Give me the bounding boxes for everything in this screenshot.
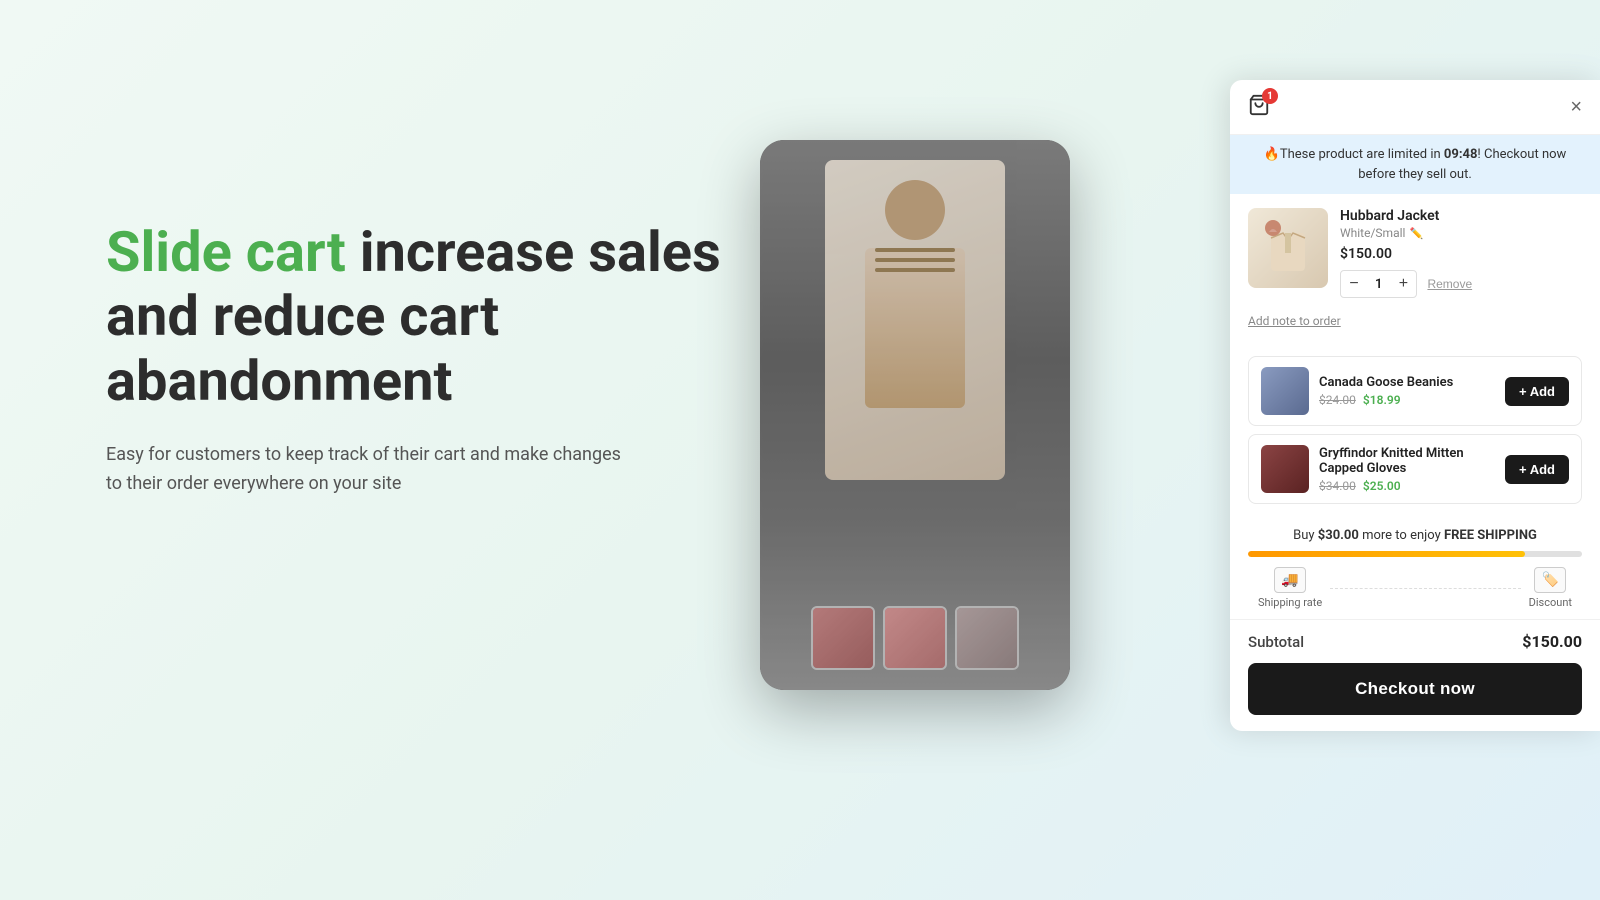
- thumb-inner-1: [813, 608, 873, 668]
- qty-increase-button[interactable]: +: [1390, 271, 1416, 297]
- upsell-new-price-1: $25.00: [1363, 479, 1401, 493]
- close-button[interactable]: ×: [1570, 97, 1582, 117]
- thumbnail-3: [955, 606, 1019, 670]
- shipping-rate-icon: 🚚: [1274, 567, 1306, 593]
- upsell-add-button-0[interactable]: + Add: [1505, 377, 1569, 406]
- item-qty-row-0: − 1 + Remove: [1340, 270, 1582, 298]
- subtotal-label: Subtotal: [1248, 633, 1304, 651]
- thumb-inner-3: [957, 608, 1017, 668]
- item-image-jacket: [1248, 208, 1328, 288]
- upsell-info-1: Gryffindor Knitted Mitten Capped Gloves …: [1319, 446, 1495, 493]
- upsell-info-0: Canada Goose Beanies $24.00 $18.99: [1319, 375, 1495, 407]
- upsell-image-gloves: [1261, 445, 1309, 493]
- discount-item: 🏷️ Discount: [1529, 567, 1572, 609]
- subtotal-amount: $150.00: [1522, 632, 1582, 651]
- qty-decrease-button[interactable]: −: [1341, 271, 1367, 297]
- remove-item-button[interactable]: Remove: [1427, 277, 1472, 291]
- upsell-name-0: Canada Goose Beanies: [1319, 375, 1495, 390]
- cart-panel: 1 × 🔥These product are limited in 09:48!…: [1230, 80, 1600, 731]
- cart-items-section: Hubbard Jacket White/Small ✏️ $150.00 − …: [1230, 194, 1600, 356]
- shipping-text-after: more to enjoy: [1359, 528, 1444, 543]
- urgency-timer: 09:48: [1444, 147, 1478, 162]
- cart-icon: [1248, 101, 1270, 120]
- urgency-banner: 🔥These product are limited in 09:48! Che…: [1230, 135, 1600, 194]
- progress-fill: [1248, 551, 1525, 557]
- item-variant-0: White/Small ✏️: [1340, 226, 1582, 240]
- shipping-icons-row: 🚚 Shipping rate 🏷️ Discount: [1248, 567, 1582, 609]
- edit-variant-icon[interactable]: ✏️: [1409, 227, 1423, 240]
- upsell-item-0: Canada Goose Beanies $24.00 $18.99 + Add: [1248, 356, 1582, 426]
- hero-headline: Slide cart increase sales and reduce car…: [106, 220, 786, 413]
- subtotal-row: Subtotal $150.00: [1248, 632, 1582, 651]
- upsell-old-price-0: $24.00: [1319, 393, 1356, 407]
- upsell-prices-1: $34.00 $25.00: [1319, 479, 1495, 493]
- tablet-figure: [825, 160, 1005, 480]
- upsell-image-beanies: [1261, 367, 1309, 415]
- thumbnail-1: [811, 606, 875, 670]
- hero-subtext: Easy for customers to keep track of thei…: [106, 441, 626, 499]
- quantity-control-0: − 1 +: [1340, 270, 1417, 298]
- headline-green: Slide cart: [106, 219, 346, 285]
- tablet-mockup: [760, 140, 1070, 690]
- figure-body: [865, 248, 965, 408]
- shipping-amount: $30.00: [1318, 528, 1359, 543]
- cart-header: 1 ×: [1230, 80, 1600, 135]
- shipping-rate-label: Shipping rate: [1258, 596, 1322, 609]
- urgency-emoji: 🔥: [1264, 147, 1280, 162]
- figure-detail-2: [875, 258, 955, 262]
- checkout-button[interactable]: Checkout now: [1248, 663, 1582, 715]
- shipping-text-before: Buy: [1293, 528, 1318, 543]
- discount-label: Discount: [1529, 596, 1572, 609]
- upsell-prices-0: $24.00 $18.99: [1319, 393, 1495, 407]
- cart-footer: Subtotal $150.00 Checkout now: [1230, 619, 1600, 731]
- cart-header-left: 1: [1248, 94, 1270, 120]
- upsell-item-1: Gryffindor Knitted Mitten Capped Gloves …: [1248, 434, 1582, 504]
- tablet-screen: [760, 140, 1070, 690]
- upsell-name-1: Gryffindor Knitted Mitten Capped Gloves: [1319, 446, 1495, 476]
- cart-icon-wrap: 1: [1248, 94, 1270, 120]
- hero-section: Slide cart increase sales and reduce car…: [106, 220, 786, 499]
- item-price-0: $150.00: [1340, 246, 1582, 262]
- item-info-0: Hubbard Jacket White/Small ✏️ $150.00 − …: [1340, 208, 1582, 298]
- figure-detail-3: [875, 268, 955, 272]
- tablet-thumbnails: [811, 606, 1019, 670]
- shipping-text: Buy $30.00 more to enjoy FREE SHIPPING: [1248, 528, 1582, 543]
- discount-icon: 🏷️: [1534, 567, 1566, 593]
- upsell-new-price-0: $18.99: [1363, 393, 1401, 407]
- item-name-0: Hubbard Jacket: [1340, 208, 1582, 224]
- free-shipping-label: FREE SHIPPING: [1444, 528, 1537, 543]
- upsell-old-price-1: $34.00: [1319, 479, 1356, 493]
- figure-head: [885, 180, 945, 240]
- add-note-link[interactable]: Add note to order: [1248, 314, 1341, 328]
- shipping-rate-item: 🚚 Shipping rate: [1258, 567, 1322, 609]
- shipping-progress-bar: [1248, 551, 1582, 557]
- cart-item-0: Hubbard Jacket White/Small ✏️ $150.00 − …: [1248, 208, 1582, 298]
- urgency-text-before: These product are limited in: [1280, 147, 1444, 162]
- qty-value: 1: [1367, 277, 1390, 292]
- cart-badge: 1: [1262, 88, 1278, 104]
- upsell-section: Canada Goose Beanies $24.00 $18.99 + Add…: [1230, 356, 1600, 504]
- figure-detail-1: [875, 248, 955, 252]
- shipping-divider: [1330, 588, 1520, 589]
- thumbnail-2: [883, 606, 947, 670]
- thumb-inner-2: [885, 608, 945, 668]
- shipping-section: Buy $30.00 more to enjoy FREE SHIPPING 🚚…: [1230, 512, 1600, 619]
- upsell-add-button-1[interactable]: + Add: [1505, 455, 1569, 484]
